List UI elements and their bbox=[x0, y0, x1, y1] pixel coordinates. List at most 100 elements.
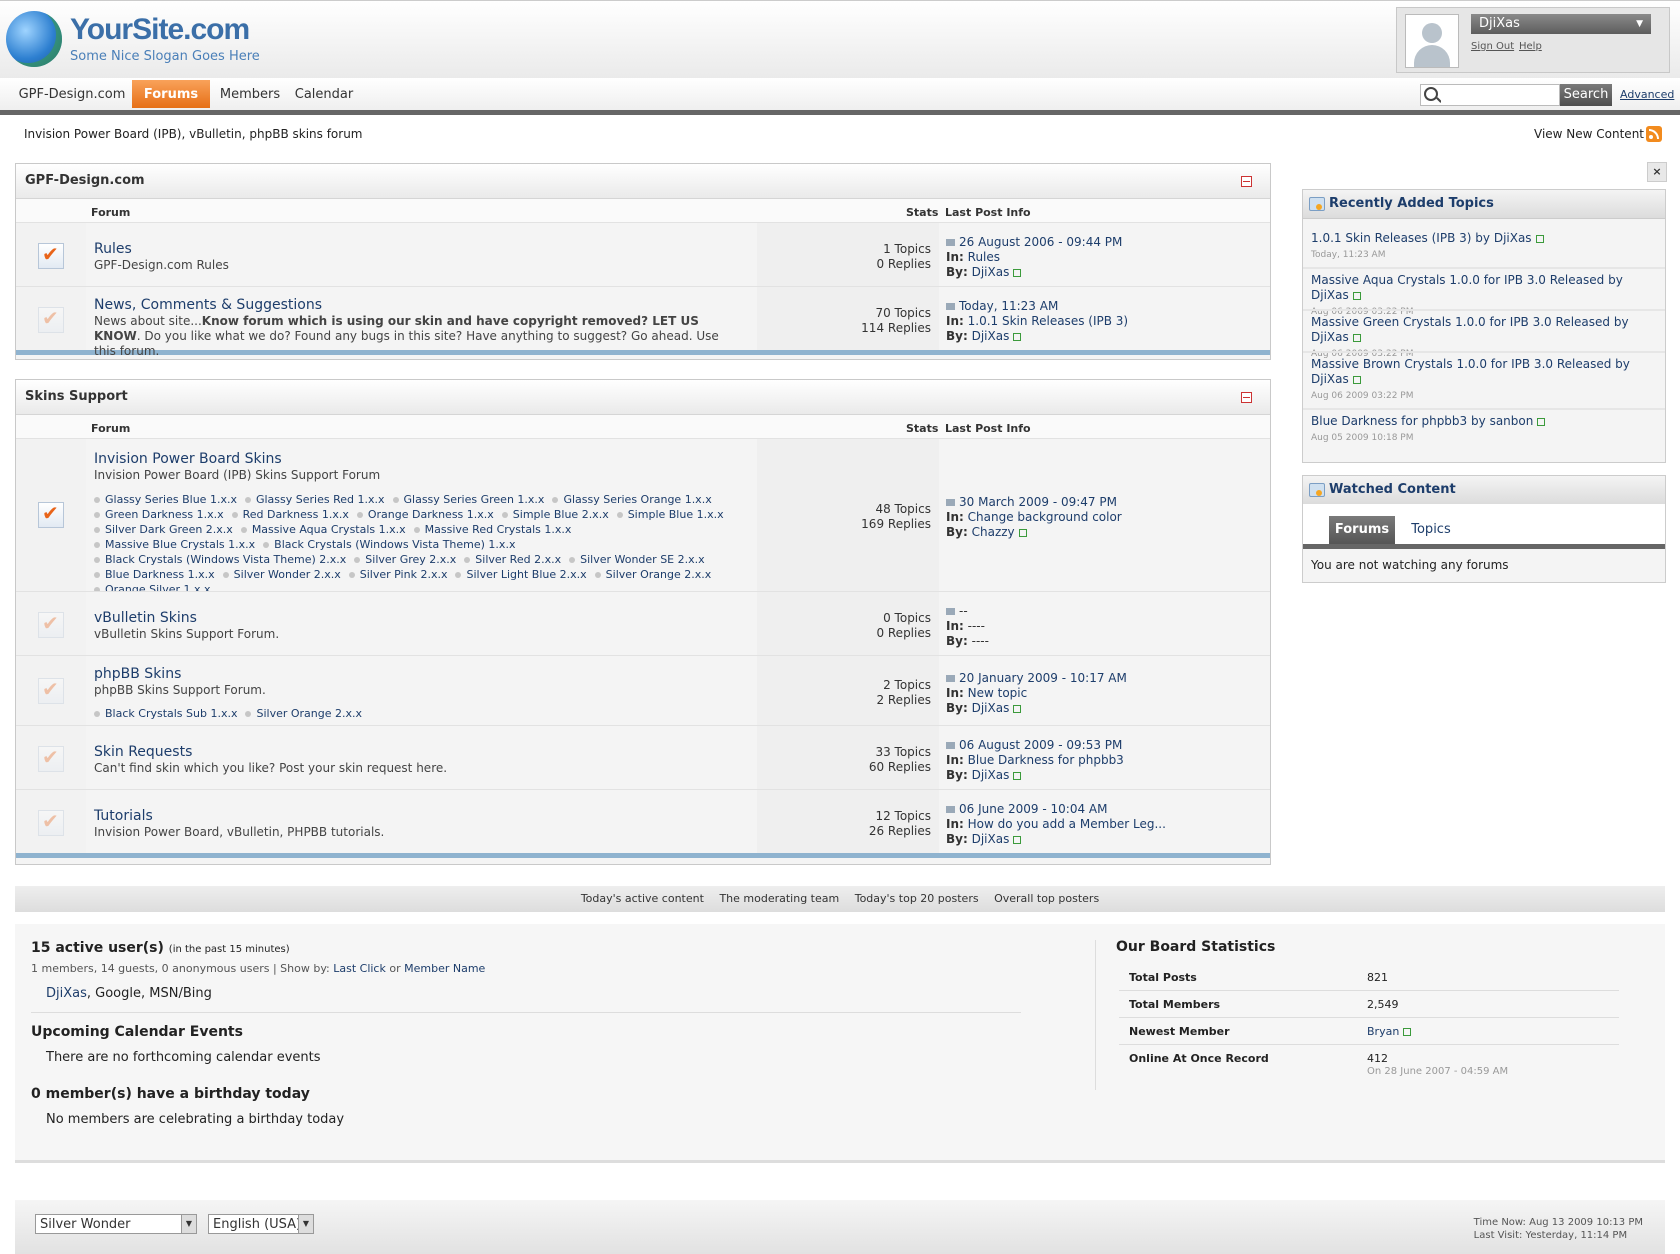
user-menu-dropdown[interactable]: DjiXas ▼ bbox=[1471, 14, 1651, 34]
forum-name[interactable]: phpBB Skins bbox=[94, 666, 181, 682]
search-button[interactable]: Search bbox=[1560, 84, 1612, 106]
online-user-link[interactable]: DjiXas bbox=[46, 986, 87, 1001]
subforum-link[interactable]: Glassy Series Green 1.x.x bbox=[393, 493, 545, 506]
recent-topic-author[interactable]: DjiXas bbox=[1311, 372, 1349, 386]
last-post-topic[interactable]: How do you add a Member Leg... bbox=[968, 817, 1166, 831]
sort-last-click-link[interactable]: Last Click bbox=[333, 962, 386, 975]
recent-topic-author[interactable]: DjiXas bbox=[1311, 288, 1349, 302]
avatar[interactable] bbox=[1405, 14, 1459, 68]
todays-active-content-link[interactable]: Today's active content bbox=[581, 892, 704, 905]
profile-card-icon[interactable] bbox=[1013, 332, 1022, 341]
forum-read-icon[interactable] bbox=[38, 306, 64, 333]
moderating-team-link[interactable]: The moderating team bbox=[719, 892, 839, 905]
recent-topic-author[interactable]: DjiXas bbox=[1311, 330, 1349, 344]
subforum-link[interactable]: Black Crystals (Windows Vista Theme) 1.x… bbox=[263, 538, 515, 551]
recent-topic-link[interactable]: Massive Brown Crystals 1.0.0 for IPB 3.0… bbox=[1311, 357, 1611, 371]
last-post-author[interactable]: DjiXas bbox=[972, 832, 1010, 846]
go-to-last-post-icon[interactable] bbox=[946, 239, 955, 246]
subforum-link[interactable]: Silver Grey 2.x.x bbox=[354, 553, 456, 566]
forum-read-icon[interactable] bbox=[38, 611, 64, 638]
subforum-link[interactable]: Silver Orange 2.x.x bbox=[595, 568, 712, 581]
category-title[interactable]: GPF-Design.com bbox=[25, 173, 145, 188]
todays-top-posters-link[interactable]: Today's top 20 posters bbox=[855, 892, 979, 905]
last-post-topic[interactable]: Rules bbox=[968, 250, 1000, 264]
last-post-date[interactable]: Today, 11:23 AM bbox=[959, 299, 1058, 313]
profile-card-icon[interactable] bbox=[1013, 771, 1022, 780]
tab-watched-topics[interactable]: Topics bbox=[1403, 516, 1459, 544]
subforum-link[interactable]: Blue Darkness 1.x.x bbox=[94, 568, 215, 581]
forum-name[interactable]: Tutorials bbox=[94, 808, 153, 824]
last-post-date[interactable]: 06 June 2009 - 10:04 AM bbox=[959, 802, 1108, 816]
category-title[interactable]: Skins Support bbox=[25, 389, 128, 404]
search-input[interactable] bbox=[1441, 86, 1559, 104]
subforum-link[interactable]: Black Crystals (Windows Vista Theme) 2.x… bbox=[94, 553, 346, 566]
profile-card-icon[interactable] bbox=[1018, 528, 1027, 537]
close-sidebar-button[interactable]: × bbox=[1647, 162, 1667, 182]
globe-logo-icon[interactable] bbox=[6, 11, 62, 67]
site-title[interactable]: YourSite.com bbox=[70, 13, 250, 47]
sign-out-link[interactable]: Sign Out bbox=[1471, 41, 1514, 52]
sort-member-name-link[interactable]: Member Name bbox=[404, 962, 485, 975]
profile-card-icon[interactable] bbox=[1537, 417, 1546, 426]
subforum-link[interactable]: Silver Wonder 2.x.x bbox=[223, 568, 341, 581]
last-post-topic[interactable]: New topic bbox=[968, 686, 1028, 700]
subforum-link[interactable]: Silver Red 2.x.x bbox=[464, 553, 561, 566]
recent-topic-author[interactable]: sanbon bbox=[1490, 414, 1534, 428]
subforum-link[interactable]: Glassy Series Blue 1.x.x bbox=[94, 493, 237, 506]
profile-card-icon[interactable] bbox=[1013, 268, 1022, 277]
subforum-link[interactable]: Silver Pink 2.x.x bbox=[349, 568, 448, 581]
subforum-link[interactable]: Silver Wonder SE 2.x.x bbox=[569, 553, 705, 566]
tab-calendar[interactable]: Calendar bbox=[290, 80, 358, 108]
last-post-topic[interactable]: 1.0.1 Skin Releases (IPB 3) bbox=[968, 314, 1128, 328]
last-post-author[interactable]: Chazzy bbox=[972, 525, 1015, 539]
last-post-author[interactable]: DjiXas bbox=[972, 701, 1010, 715]
subforum-link[interactable]: Red Darkness 1.x.x bbox=[232, 508, 349, 521]
forum-read-icon[interactable] bbox=[38, 677, 64, 704]
subforum-link[interactable]: Massive Aqua Crystals 1.x.x bbox=[241, 523, 406, 536]
last-post-date[interactable]: 30 March 2009 - 09:47 PM bbox=[959, 495, 1117, 509]
forum-name[interactable]: Skin Requests bbox=[94, 744, 192, 760]
view-new-content-link[interactable]: View New Content bbox=[1534, 127, 1644, 141]
last-post-author[interactable]: DjiXas bbox=[972, 265, 1010, 279]
recent-topic-link[interactable]: Massive Aqua Crystals 1.0.0 for IPB 3.0 … bbox=[1311, 273, 1604, 287]
subforum-link[interactable]: Green Darkness 1.x.x bbox=[94, 508, 224, 521]
subforum-link[interactable]: Orange Darkness 1.x.x bbox=[357, 508, 494, 521]
skin-selector[interactable]: Silver Wonder ▼ bbox=[35, 1214, 197, 1234]
tab-gpf-design[interactable]: GPF-Design.com bbox=[14, 80, 130, 108]
subforum-link[interactable]: Glassy Series Red 1.x.x bbox=[245, 493, 385, 506]
subforum-link[interactable]: Massive Red Crystals 1.x.x bbox=[414, 523, 572, 536]
last-post-date[interactable]: 20 January 2009 - 10:17 AM bbox=[959, 671, 1127, 685]
subforum-link[interactable]: Silver Light Blue 2.x.x bbox=[455, 568, 586, 581]
tab-watched-forums[interactable]: Forums bbox=[1329, 516, 1395, 544]
forum-name[interactable]: News, Comments & Suggestions bbox=[94, 297, 322, 313]
language-selector[interactable]: English (USA) ▼ bbox=[208, 1214, 314, 1234]
go-to-last-post-icon[interactable] bbox=[946, 675, 955, 682]
subforum-link[interactable]: Simple Blue 1.x.x bbox=[617, 508, 724, 521]
recent-topic-link[interactable]: Massive Green Crystals 1.0.0 for IPB 3.0… bbox=[1311, 315, 1610, 329]
go-to-last-post-icon[interactable] bbox=[946, 499, 955, 506]
forum-read-icon[interactable] bbox=[38, 809, 64, 836]
go-to-last-post-icon[interactable] bbox=[946, 608, 955, 615]
forum-unread-icon[interactable] bbox=[38, 501, 64, 528]
tab-forums[interactable]: Forums bbox=[132, 80, 210, 108]
forum-read-icon[interactable] bbox=[38, 745, 64, 772]
go-to-last-post-icon[interactable] bbox=[946, 742, 955, 749]
subforum-link[interactable]: Simple Blue 2.x.x bbox=[502, 508, 609, 521]
subforum-link[interactable]: Silver Orange 2.x.x bbox=[245, 707, 362, 720]
forum-unread-icon[interactable] bbox=[38, 242, 64, 269]
collapse-icon[interactable] bbox=[1241, 176, 1252, 187]
subforum-link[interactable]: Massive Blue Crystals 1.x.x bbox=[94, 538, 255, 551]
profile-card-icon[interactable] bbox=[1013, 835, 1022, 844]
recent-topic-author[interactable]: DjiXas bbox=[1494, 231, 1532, 245]
subforum-link[interactable]: Silver Dark Green 2.x.x bbox=[94, 523, 233, 536]
forum-name[interactable]: Invision Power Board Skins bbox=[94, 451, 282, 467]
recent-topic-link[interactable]: 1.0.1 Skin Releases (IPB 3) bbox=[1311, 231, 1471, 245]
last-post-topic[interactable]: Blue Darkness for phpbb3 bbox=[968, 753, 1124, 767]
overall-top-posters-link[interactable]: Overall top posters bbox=[994, 892, 1099, 905]
last-post-date[interactable]: 06 August 2009 - 09:53 PM bbox=[959, 738, 1122, 752]
subforum-link[interactable]: Black Crystals Sub 1.x.x bbox=[94, 707, 237, 720]
newest-member-link[interactable]: Bryan bbox=[1367, 1025, 1399, 1038]
rss-icon[interactable] bbox=[1646, 126, 1662, 142]
help-link[interactable]: Help bbox=[1519, 41, 1542, 52]
go-to-last-post-icon[interactable] bbox=[946, 806, 955, 813]
